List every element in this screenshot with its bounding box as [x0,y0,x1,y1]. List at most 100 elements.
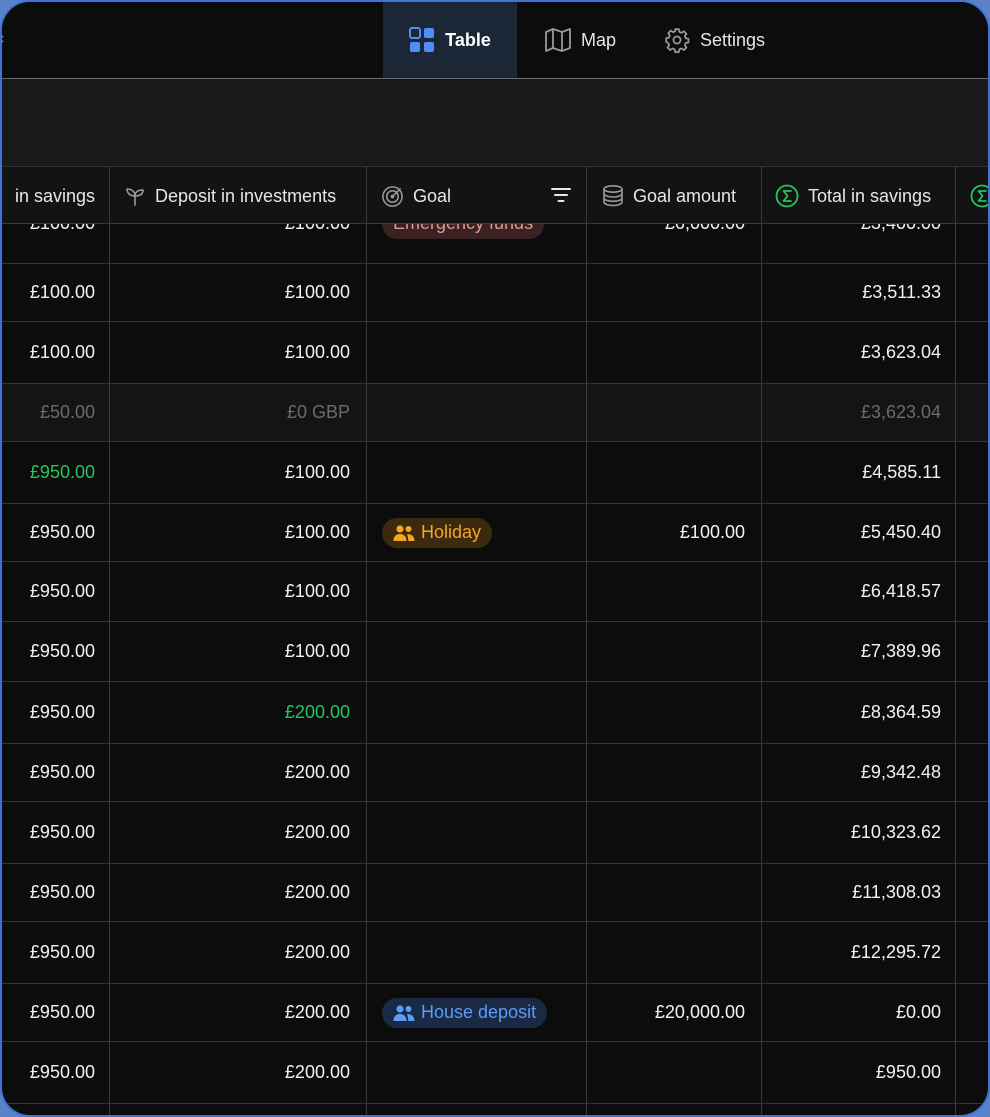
table-row[interactable]: £950.00 £200.00 £12,295.72 [2,922,988,984]
goal-amount-cell[interactable] [587,864,745,921]
goal-amount-cell[interactable] [587,384,745,441]
investments-cell[interactable]: £200.00 [110,984,350,1041]
column-header-investments[interactable]: Deposit in investments [124,167,336,225]
investments-cell[interactable]: £200.00 [110,1042,350,1103]
investments-cell[interactable]: £200.00 [110,682,350,743]
savings-cell[interactable]: £950.00 [2,504,95,561]
cell-value: £50.00 [39,402,95,422]
investments-cell[interactable]: £100.00 [110,622,350,681]
investments-cell[interactable]: £200.00 [110,744,350,801]
goal-cell[interactable] [382,744,582,801]
total-cell[interactable]: £950.00 [762,1042,941,1103]
filter-icon[interactable] [551,187,571,203]
investments-cell[interactable]: £100.00 [110,264,350,321]
column-header-total[interactable]: Total in savings [775,167,931,225]
investments-cell[interactable]: £200.00 [110,802,350,863]
goal-cell[interactable] [382,922,582,983]
goal-cell[interactable] [382,442,582,503]
savings-cell[interactable]: £950.00 [2,562,95,621]
total-cell[interactable]: £10,323.62 [762,802,941,863]
people-icon [393,1004,415,1021]
goal-cell[interactable] [382,802,582,863]
goal-amount-cell[interactable]: £100.00 [587,504,745,561]
savings-cell[interactable]: £950.00 [2,984,95,1041]
total-cell[interactable]: £6,418.57 [762,562,941,621]
goal-amount-cell[interactable] [587,744,745,801]
goal-cell[interactable] [382,1042,582,1103]
goal-cell[interactable] [382,682,582,743]
tab-settings[interactable]: Settings [664,2,765,78]
goal-amount-cell[interactable]: £20,000.00 [587,984,745,1041]
total-cell[interactable]: £0.00 [762,984,941,1041]
table-row[interactable]: £100.00 £100.00 £3,511.33 [2,264,988,322]
investments-cell[interactable]: £200.00 [110,864,350,921]
goal-amount-cell[interactable] [587,562,745,621]
total-cell[interactable]: £5,450.40 [762,504,941,561]
table-row[interactable]: £950.00 £100.00 £4,585.11 [2,442,988,504]
total-cell[interactable]: £4,585.11 [762,442,941,503]
column-header-savings[interactable]: in savings [10,167,95,225]
goal-cell[interactable] [382,864,582,921]
table-row[interactable]: £950.00 £100.00 £7,389.96 [2,622,988,682]
column-header-goal-amount[interactable]: Goal amount [602,167,736,225]
table-row[interactable]: £950.00 £200.00 £9,342.48 [2,744,988,802]
savings-cell[interactable]: £950.00 [2,1042,95,1103]
savings-cell[interactable]: £950.00 [2,922,95,983]
investments-cell[interactable]: £100.00 [110,504,350,561]
goal-amount-cell[interactable] [587,682,745,743]
savings-cell[interactable]: £950.00 [2,802,95,863]
table-row[interactable]: £950.00 £200.00 £11,308.03 [2,864,988,922]
investments-cell[interactable]: £100.00 [110,442,350,503]
goal-tag[interactable]: Holiday [382,517,493,548]
savings-cell[interactable]: £950.00 [2,682,95,743]
tab-table[interactable]: Table [383,2,517,78]
goal-amount-cell[interactable] [587,622,745,681]
table-row[interactable]: £950.00 £200.00 House deposit £20,000.00 £0.… [2,984,988,1042]
goal-cell[interactable] [382,622,582,681]
table-row[interactable]: £50.00 £0 GBP £3,623.04 [2,384,988,442]
table-row[interactable]: £950.00 £200.00 £10,323.62 [2,802,988,864]
goal-amount-cell[interactable] [587,264,745,321]
total-cell[interactable]: £7,389.96 [762,622,941,681]
investments-cell[interactable]: £0 GBP [110,384,350,441]
table-row[interactable]: £950.00 £100.00 £6,418.57 [2,562,988,622]
goal-cell[interactable] [382,562,582,621]
savings-cell[interactable]: £100.00 [2,322,95,383]
investments-cell[interactable]: £100.00 [110,322,350,383]
goal-cell[interactable]: House deposit [382,984,582,1041]
savings-cell[interactable]: £950.00 [2,864,95,921]
goal-cell[interactable] [382,264,582,321]
table-row[interactable]: £950.00 £200.00 £8,364.59 [2,682,988,744]
goal-amount-cell[interactable] [587,1042,745,1103]
column-header-goal[interactable]: Goal [381,167,451,225]
savings-cell[interactable]: £50.00 [2,384,95,441]
table-row[interactable]: £950.00 £200.00 £950.00 [2,1042,988,1104]
total-cell[interactable]: £9,342.48 [762,744,941,801]
savings-cell[interactable]: £950.00 [2,744,95,801]
total-cell[interactable]: £11,308.03 [762,864,941,921]
cell-value: £200.00 [284,1002,350,1022]
goal-tag[interactable]: House deposit [382,997,548,1028]
investments-cell[interactable]: £200.00 [110,922,350,983]
goal-amount-cell[interactable] [587,802,745,863]
goal-amount-cell[interactable] [587,922,745,983]
goal-cell[interactable] [382,322,582,383]
tab-map[interactable]: Map [545,2,616,78]
savings-cell[interactable]: £100.00 [2,264,95,321]
table-row[interactable]: £950.00 £100.00 Holiday £100.00 £5,450.40 [2,504,988,562]
total-cell[interactable]: £8,364.59 [762,682,941,743]
savings-cell[interactable]: £950.00 [2,622,95,681]
goal-cell[interactable] [382,384,582,441]
table-row[interactable]: £100.00 £100.00 £3,623.04 [2,322,988,384]
goal-amount-cell[interactable] [587,442,745,503]
investments-cell[interactable]: £100.00 [110,562,350,621]
total-cell[interactable]: £3,511.33 [762,264,941,321]
total-cell[interactable]: £3,623.04 [762,384,941,441]
goal-amount-cell[interactable] [587,322,745,383]
goal-cell[interactable]: Holiday [382,504,582,561]
total-cell[interactable]: £3,623.04 [762,322,941,383]
column-header-next[interactable] [970,167,988,225]
total-cell[interactable]: £12,295.72 [762,922,941,983]
savings-cell[interactable]: £950.00 [2,442,95,503]
back-chevron-icon[interactable]: ‹ [2,30,4,48]
